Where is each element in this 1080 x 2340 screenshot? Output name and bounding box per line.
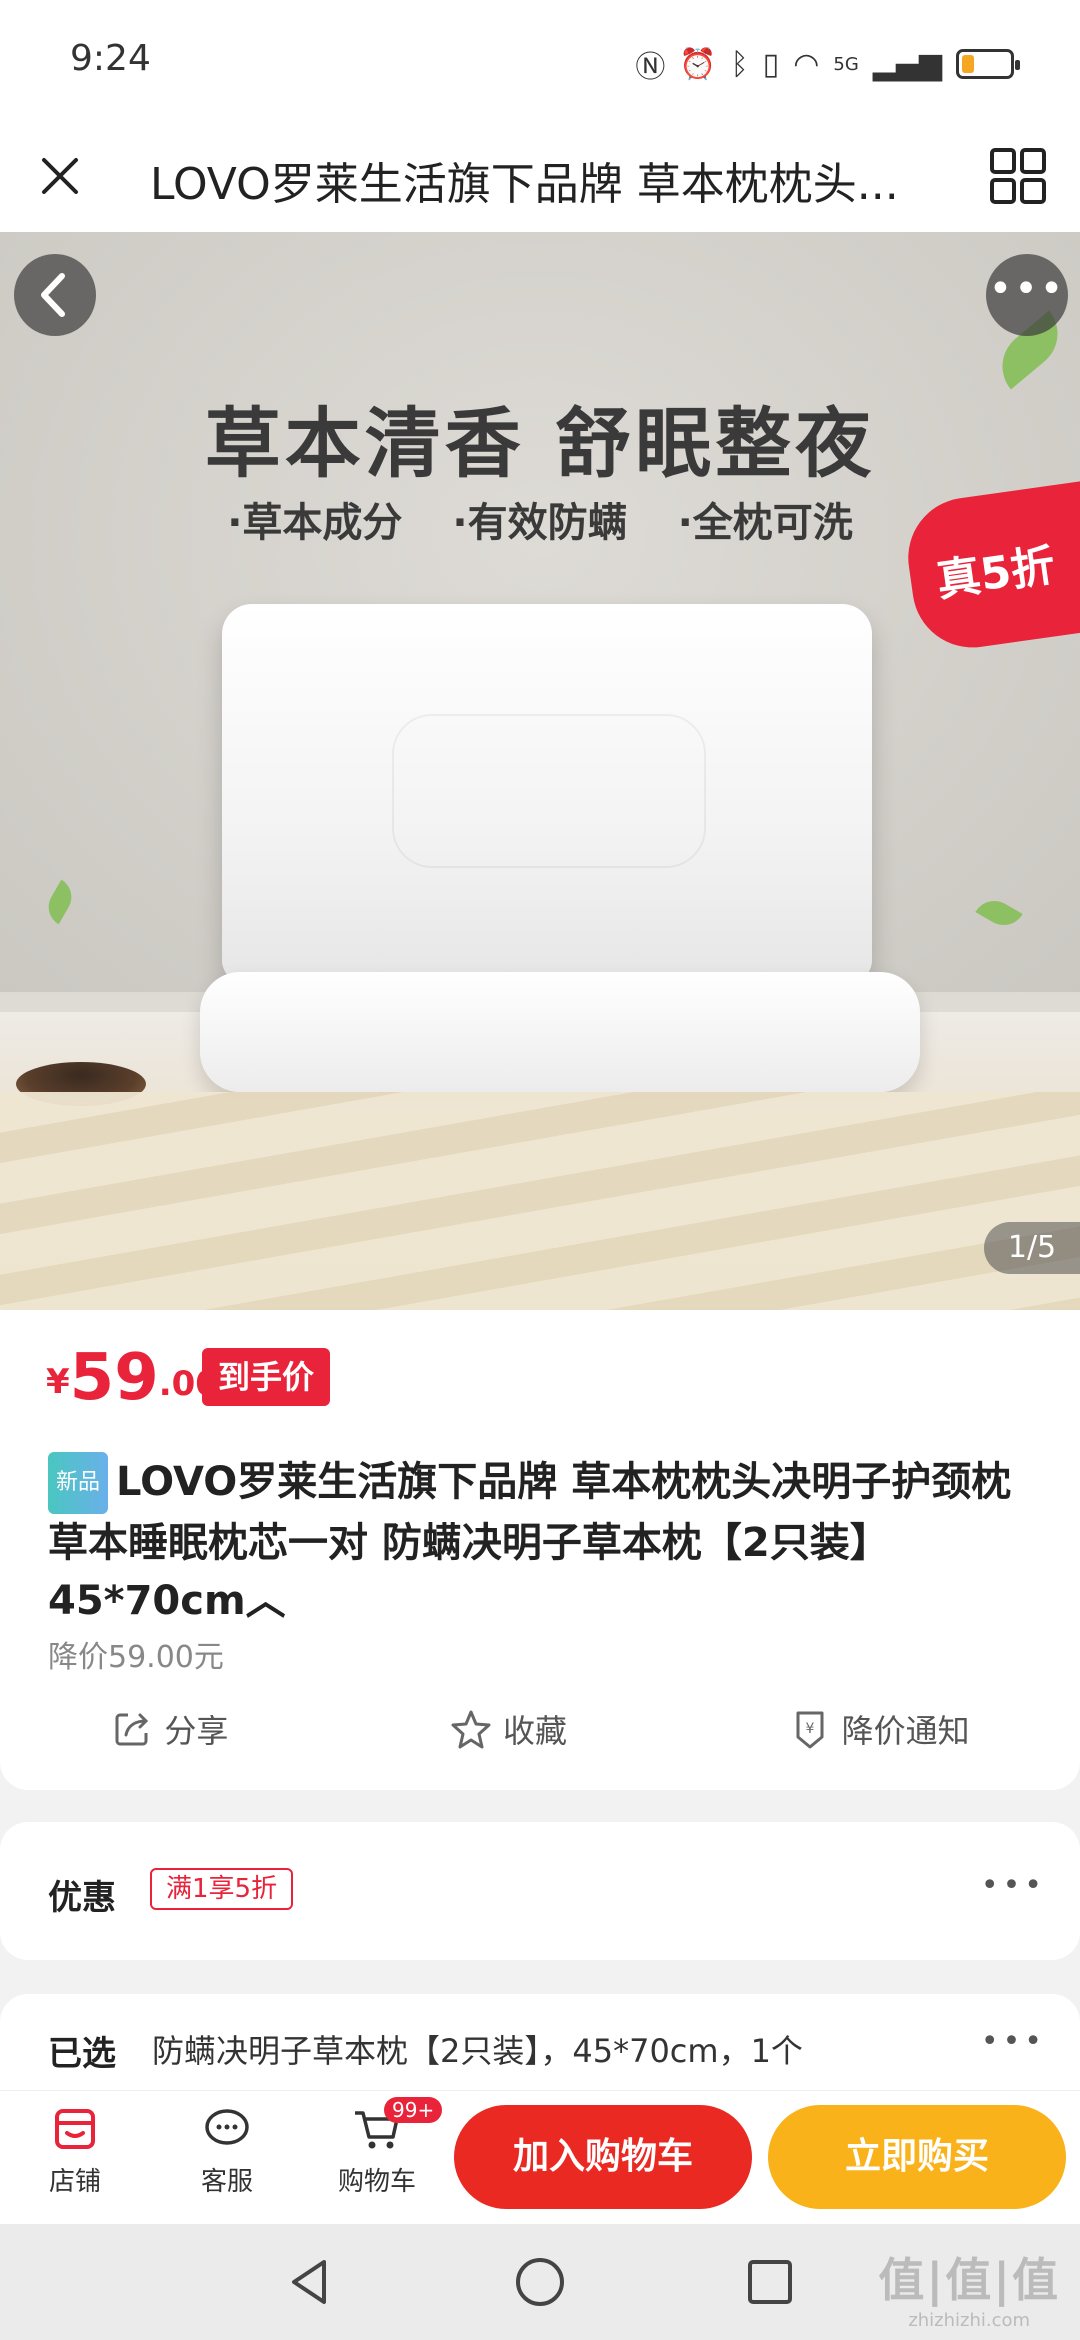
- coupon-label: 优惠: [48, 1878, 116, 1918]
- hero-headline: 草本清香 舒眠整夜: [204, 399, 876, 488]
- star-icon: [451, 1710, 491, 1749]
- status-icons: Ⓝ ⏰ ᛒ ▯ ◠ 5G ▂▄▆: [635, 42, 1020, 86]
- pillow-image: [200, 972, 920, 1092]
- store-button[interactable]: 店铺: [20, 2103, 130, 2198]
- favorite-label: 收藏: [502, 1712, 567, 1750]
- square-recents-icon: [748, 2260, 792, 2304]
- final-price-tag: 到手价: [202, 1348, 331, 1406]
- status-time: 9:24: [70, 38, 151, 79]
- new-badge: 新品: [48, 1452, 109, 1514]
- buy-now-button[interactable]: 立即购买: [768, 2105, 1066, 2209]
- bottom-action-bar: 店铺 客服 99+ 购物车 加入购物车 立即购买: [0, 2090, 1080, 2224]
- add-to-cart-button[interactable]: 加入购物车: [454, 2105, 752, 2209]
- coupon-row[interactable]: 优惠 满1享5折 •••: [0, 1822, 1080, 1960]
- circle-home-icon: [516, 2258, 564, 2306]
- product-title[interactable]: 新品 LOVO罗莱生活旗下品牌 草本枕枕头决明子护颈枕草本睡眠枕芯一对 防螨决明子…: [48, 1452, 1038, 1630]
- price-alert-button[interactable]: ¥ 降价通知: [788, 1706, 970, 1752]
- favorite-button[interactable]: 收藏: [449, 1706, 567, 1752]
- selected-spec-row[interactable]: 已选 防螨决明子草本枕【2只装】，45*70cm，1个 •••: [0, 1994, 1080, 2094]
- hero-feature: ·全枕可洗: [677, 500, 853, 546]
- price-drop-text: 降价59.00元: [48, 1640, 224, 1675]
- product-info-card: ¥ 59 .00 到手价 新品 LOVO罗莱生活旗下品牌 草本枕枕头决明子护颈枕草…: [0, 1310, 1080, 1790]
- bluetooth-icon: ᛒ: [730, 46, 749, 82]
- network-label: 5G: [833, 53, 859, 75]
- blanket-image: [0, 1092, 1080, 1310]
- share-button[interactable]: 分享: [110, 1706, 228, 1752]
- cart-button[interactable]: 99+ 购物车: [322, 2097, 443, 2198]
- triangle-back-icon: [292, 2260, 326, 2304]
- watermark-logo: 值|值|值: [878, 2253, 1060, 2307]
- top-nav: LOVO罗莱生活旗下品牌 草本枕枕头...: [0, 120, 1080, 232]
- watermark-url: zhizhizhi.com: [908, 2310, 1031, 2331]
- share-icon: [115, 1713, 149, 1746]
- system-recents-button[interactable]: [740, 2252, 800, 2312]
- nfc-icon: Ⓝ: [635, 50, 666, 85]
- status-bar: 9:24 Ⓝ ⏰ ᛒ ▯ ◠ 5G ▂▄▆: [0, 0, 1080, 120]
- coupon-tag: 满1享5折: [150, 1868, 294, 1910]
- system-back-button[interactable]: [280, 2252, 340, 2312]
- image-counter: 1/5: [984, 1222, 1080, 1274]
- menu-grid-button[interactable]: [986, 144, 1050, 208]
- hero-feature: ·草本成分: [227, 500, 403, 546]
- cart-count-badge: 99+: [384, 2097, 443, 2123]
- cart-label: 购物车: [337, 2167, 416, 2197]
- watermark: 值|值|值 zhizhizhi.com: [878, 2244, 1060, 2331]
- hero-feature: ·有效防螨: [452, 500, 628, 546]
- more-options-button[interactable]: •••: [986, 254, 1068, 336]
- vibrate-icon: ▯: [762, 46, 780, 82]
- wifi-icon: ◠: [793, 46, 820, 82]
- share-label: 分享: [164, 1712, 229, 1750]
- product-title-text: LOVO罗莱生活旗下品牌 草本枕枕头决明子护颈枕草本睡眠枕芯一对 防螨决明子草本…: [48, 1459, 1012, 1624]
- customer-service-button[interactable]: 客服: [172, 2103, 282, 2198]
- chevron-left-icon: [41, 273, 65, 317]
- page-title: LOVO罗莱生活旗下品牌 草本枕枕头...: [150, 159, 899, 210]
- selected-value: 防螨决明子草本枕【2只装】，45*70cm，1个: [152, 2032, 803, 2070]
- selected-label: 已选: [48, 2034, 116, 2074]
- more-icon: •••: [988, 266, 1066, 312]
- price-integer: 59: [69, 1341, 159, 1415]
- back-button[interactable]: [14, 254, 96, 336]
- system-nav-bar: 值|值|值 zhizhizhi.com: [0, 2224, 1080, 2340]
- service-label: 客服: [200, 2167, 253, 2197]
- battery-icon: [956, 49, 1020, 79]
- svg-text:¥: ¥: [805, 1721, 814, 1737]
- chat-icon: [205, 2109, 249, 2145]
- more-icon: •••: [980, 2024, 1046, 2059]
- more-icon: •••: [980, 1868, 1046, 1903]
- store-icon: [55, 2109, 95, 2149]
- close-button[interactable]: [30, 146, 90, 206]
- signal-icon: ▂▄▆: [872, 46, 942, 82]
- price-currency: ¥: [46, 1362, 70, 1402]
- store-label: 店铺: [48, 2167, 101, 2197]
- price-alert-label: 降价通知: [841, 1712, 970, 1750]
- system-home-button[interactable]: [510, 2252, 570, 2312]
- close-icon: [42, 158, 78, 194]
- product-actions: 分享 收藏 ¥ 降价通知: [0, 1706, 1080, 1752]
- grid-icon: [990, 148, 1046, 204]
- alarm-icon: ⏰: [679, 46, 717, 82]
- battery-level: [962, 55, 974, 73]
- price: ¥ 59 .00: [46, 1346, 219, 1410]
- product-image-carousel[interactable]: 草本清香 舒眠整夜 ·草本成分 ·有效防螨 ·全枕可洗 真5折 ••• 1/5: [0, 232, 1080, 1310]
- pillow-image: [222, 604, 872, 984]
- price-tag-icon: ¥: [796, 1711, 824, 1749]
